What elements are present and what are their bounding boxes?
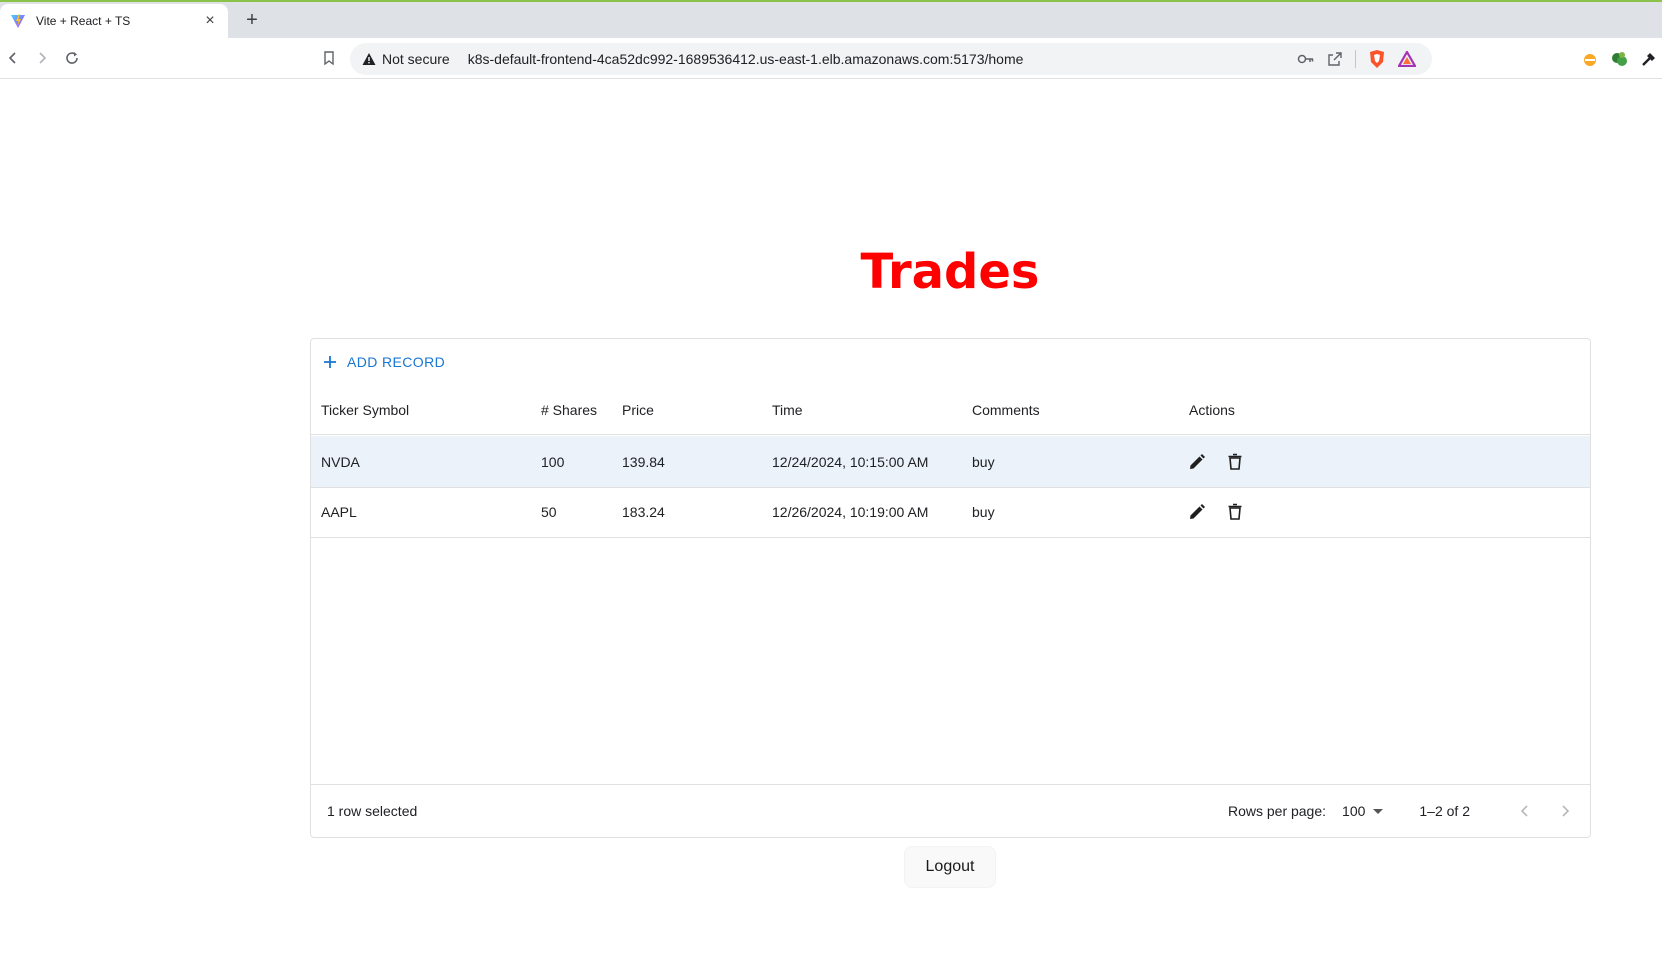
column-header-ticker[interactable]: Ticker Symbol <box>321 385 409 434</box>
cell-ticker[interactable]: AAPL <box>321 486 357 537</box>
edit-icon[interactable] <box>1185 500 1209 524</box>
cell-ticker[interactable]: NVDA <box>321 436 360 487</box>
column-header-actions: Actions <box>1189 401 1235 418</box>
add-record-button[interactable]: ADD RECORD <box>321 350 447 374</box>
cell-actions <box>1185 486 1247 537</box>
pagination: Rows per page: 100 1–2 of 2 <box>1228 785 1580 837</box>
chevron-left-icon <box>1520 805 1528 817</box>
cell-actions <box>1185 436 1247 487</box>
browser-tabstrip: Vite + React + TS × + <box>0 0 1662 38</box>
next-page-button[interactable] <box>1550 796 1580 826</box>
share-icon[interactable] <box>1327 51 1343 67</box>
column-header-price[interactable]: Price <box>622 385 654 434</box>
delete-icon[interactable] <box>1223 450 1247 474</box>
rows-per-page-select[interactable]: 100 <box>1342 803 1384 819</box>
extension-orange-icon[interactable] <box>1581 50 1599 68</box>
cell-shares[interactable]: 50 <box>541 486 557 537</box>
url-text[interactable]: k8s-default-frontend-4ca52dc992-16895364… <box>468 51 1024 67</box>
grid-toolbar: ADD RECORD <box>311 339 447 385</box>
table-row[interactable]: NVDA 100 139.84 12/24/2024, 10:15:00 AM … <box>311 436 1590 488</box>
add-record-label: ADD RECORD <box>347 354 446 370</box>
trades-data-grid: ADD RECORD Ticker Symbol # Shares Price … <box>310 338 1591 838</box>
vite-logo-icon <box>11 14 25 28</box>
reload-icon[interactable] <box>61 47 83 69</box>
bookmark-icon[interactable] <box>318 47 340 69</box>
security-label[interactable]: Not secure <box>382 51 450 67</box>
pagination-range: 1–2 of 2 <box>1419 803 1470 819</box>
key-icon[interactable] <box>1297 52 1315 66</box>
column-header-shares[interactable]: # Shares <box>541 385 597 434</box>
rows-per-page-label: Rows per page: <box>1227 803 1327 819</box>
forward-icon[interactable] <box>31 47 53 69</box>
tab-close-icon[interactable]: × <box>202 13 218 29</box>
warning-icon <box>362 53 376 65</box>
extension-green-icon[interactable] <box>1610 50 1628 68</box>
cell-time[interactable]: 12/24/2024, 10:15:00 AM <box>772 436 928 487</box>
selected-row-count: 1 row selected <box>327 803 418 819</box>
grid-footer: 1 row selected Rows per page: 100 1–2 of… <box>311 784 1590 837</box>
page-title-text: Trades <box>860 244 1040 300</box>
column-header-time[interactable]: Time <box>772 385 803 434</box>
browser-tab[interactable]: Vite + React + TS × <box>0 4 228 38</box>
cell-comments[interactable]: buy <box>972 486 995 537</box>
previous-page-button[interactable] <box>1510 796 1540 826</box>
cell-price[interactable]: 139.84 <box>622 436 665 487</box>
column-header-comments[interactable]: Comments <box>972 385 1040 434</box>
browser-toolbar: Not secure k8s-default-frontend-4ca52dc9… <box>0 38 1662 79</box>
rows-per-page-value: 100 <box>1342 803 1366 819</box>
cell-price[interactable]: 183.24 <box>622 486 665 537</box>
address-bar[interactable]: Not secure k8s-default-frontend-4ca52dc9… <box>350 43 1432 75</box>
new-tab-button[interactable]: + <box>240 8 264 32</box>
plus-icon <box>324 356 336 368</box>
grid-header: Ticker Symbol # Shares Price Time Commen… <box>311 385 1590 435</box>
brave-shield-icon[interactable] <box>1368 49 1386 69</box>
chevron-right-icon <box>1562 805 1570 817</box>
eyedropper-icon[interactable] <box>1640 50 1658 68</box>
delete-icon[interactable] <box>1223 500 1247 524</box>
brave-rewards-icon[interactable] <box>1398 51 1416 67</box>
table-row[interactable]: AAPL 50 183.24 12/26/2024, 10:19:00 AM b… <box>311 486 1590 538</box>
tab-title: Vite + React + TS <box>36 14 131 28</box>
caret-down-icon <box>1373 808 1384 814</box>
page-title: Trades <box>310 244 1590 300</box>
cell-time[interactable]: 12/26/2024, 10:19:00 AM <box>772 486 928 537</box>
edit-icon[interactable] <box>1185 450 1209 474</box>
cell-shares[interactable]: 100 <box>541 436 564 487</box>
cell-comments[interactable]: buy <box>972 436 995 487</box>
logout-button[interactable]: Logout <box>904 846 996 888</box>
back-icon[interactable] <box>2 47 24 69</box>
